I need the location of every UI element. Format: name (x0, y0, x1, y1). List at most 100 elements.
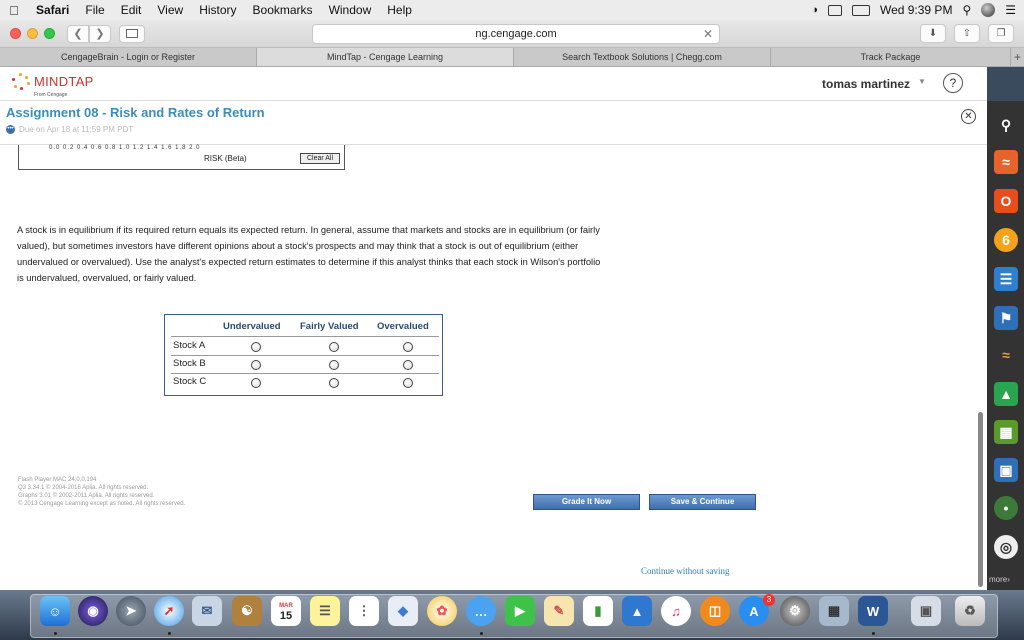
launchpad-icon[interactable]: ➤ (116, 596, 146, 626)
zoom-window-button[interactable] (44, 28, 55, 39)
radio-stock-b-fairly-valued[interactable] (329, 360, 339, 370)
continue-without-saving-link[interactable]: Continue without saving (641, 566, 730, 576)
tabs-overview-icon[interactable]: ❐ (988, 24, 1014, 43)
mindtap-logo[interactable]: MINDTAP From Cengage (12, 73, 94, 98)
ibooks-icon[interactable]: ◫ (700, 596, 730, 626)
word-icon[interactable]: W (858, 596, 888, 626)
close-icon[interactable]: ✕ (961, 109, 976, 124)
downloads-icon[interactable]: ⬇ (920, 24, 946, 43)
menu-history[interactable]: History (191, 3, 244, 17)
numbers-icon[interactable]: ▮ (583, 596, 613, 626)
save-continue-button[interactable]: Save & Continue (649, 494, 756, 510)
menu-file[interactable]: File (77, 3, 112, 17)
tab-track-package[interactable]: Track Package (771, 48, 1011, 66)
radio-stock-a-undervalued[interactable] (251, 342, 261, 352)
help-icon[interactable]: ? (943, 73, 963, 93)
column-header-overvalued: Overvalued (377, 321, 429, 332)
radio-stock-a-overvalued[interactable] (403, 342, 413, 352)
read-aloud-icon[interactable]: ≈ (994, 343, 1018, 367)
chevron-down-icon[interactable]: ▼ (918, 77, 926, 86)
reminders-icon[interactable]: ⋮ (349, 596, 379, 626)
close-window-button[interactable] (10, 28, 21, 39)
clear-all-button[interactable]: Clear All (300, 153, 340, 164)
radio-stock-b-overvalued[interactable] (403, 360, 413, 370)
tab-chegg[interactable]: Search Textbook Solutions | Chegg.com (514, 48, 771, 66)
finder-icon[interactable]: ☺ (40, 596, 70, 626)
search-icon[interactable]: ⚲ (994, 113, 1018, 137)
bookmark-icon[interactable]: ⚑ (994, 306, 1018, 330)
spotlight-icon[interactable]: ⚲ (962, 3, 971, 17)
mail-icon[interactable]: ✉ (192, 596, 222, 626)
status-icon: ••• (6, 125, 15, 134)
more-link[interactable]: more› (989, 575, 1010, 584)
menu-help[interactable]: Help (379, 3, 420, 17)
address-bar[interactable]: ng.cengage.com ✕ (312, 24, 720, 44)
notification-center-icon[interactable]: ☰ (1005, 3, 1016, 17)
system-preferences-icon[interactable]: ⚙ (780, 596, 810, 626)
downloads-stack-icon[interactable]: ▣ (911, 596, 941, 626)
notes-app-icon[interactable]: ☰ (310, 596, 340, 626)
running-indicator (168, 632, 171, 635)
safari-icon[interactable]: ➚ (154, 596, 184, 626)
clock[interactable]: Wed 9:39 PM (880, 3, 952, 17)
battery-icon[interactable] (851, 4, 870, 16)
google-drive-icon[interactable]: ▲ (994, 382, 1018, 406)
radio-stock-c-undervalued[interactable] (251, 378, 261, 388)
scrollbar[interactable] (978, 412, 983, 587)
radio-stock-c-fairly-valued[interactable] (329, 378, 339, 388)
table-divider (171, 355, 439, 356)
footer-line: Graphs 3.01 © 2002-2011 Aplia. All right… (18, 493, 155, 499)
stop-loading-icon[interactable]: ✕ (703, 27, 713, 41)
radio-stock-c-overvalued[interactable] (403, 378, 413, 388)
six-icon[interactable]: 6 (994, 228, 1018, 252)
help-ring-icon[interactable]: ◎ (994, 535, 1018, 559)
app-store-badge: 3 (763, 594, 775, 606)
footer-line: © 2013 Cengage Learning except as noted.… (18, 501, 186, 507)
page-title: Assignment 08 - Risk and Rates of Return (6, 105, 265, 120)
radio-stock-b-undervalued[interactable] (251, 360, 261, 370)
notes-icon[interactable]: ☰ (994, 267, 1018, 291)
user-name[interactable]: tomas martinez (822, 77, 910, 91)
forward-icon[interactable]: ❯ (89, 24, 111, 43)
graph-panel[interactable]: 0.0 0.2 0.4 0.6 0.8 1.0 1.2 1.4 1.6 1.8 … (18, 145, 345, 170)
itunes-icon[interactable]: ♫ (661, 596, 691, 626)
cards-icon[interactable]: ▣ (994, 458, 1018, 482)
photos-icon[interactable]: ✿ (427, 596, 457, 626)
window-controls (10, 28, 55, 39)
cart-icon[interactable]: ▦ (994, 420, 1018, 444)
siri-icon[interactable] (981, 3, 996, 17)
wifi-icon[interactable]: ◑ (811, 4, 818, 16)
airplay-icon[interactable] (827, 4, 842, 16)
menu-view[interactable]: View (149, 3, 191, 17)
apple-menu-icon[interactable]:  (0, 3, 28, 18)
office-icon[interactable]: O (994, 189, 1018, 213)
menu-window[interactable]: Window (321, 3, 380, 17)
running-indicator (480, 632, 483, 635)
menu-bookmarks[interactable]: Bookmarks (245, 3, 321, 17)
grade-it-now-button[interactable]: Grade It Now (533, 494, 640, 510)
back-icon[interactable]: ❮ (67, 24, 89, 43)
radio-stock-a-fairly-valued[interactable] (329, 342, 339, 352)
new-tab-icon[interactable]: + (1011, 48, 1024, 66)
rss-icon[interactable]: ≈ (994, 150, 1018, 174)
trash-icon[interactable]: ♻ (955, 596, 985, 626)
share-icon[interactable]: ⇧ (954, 24, 980, 43)
tab-mindtap[interactable]: MindTap - Cengage Learning (257, 48, 514, 66)
graph-axis-label: RISK (Beta) (204, 154, 247, 163)
maps-icon[interactable]: ◆ (388, 596, 418, 626)
preview-icon[interactable]: ▦ (819, 596, 849, 626)
row-label-stock-a: Stock A (173, 340, 206, 351)
menu-app-name[interactable]: Safari (28, 3, 77, 17)
pages-icon[interactable]: ✎ (544, 596, 574, 626)
tab-cengagebrain[interactable]: CengageBrain - Login or Register (0, 48, 257, 66)
facetime-icon[interactable]: ▶ (505, 596, 535, 626)
calendar-icon[interactable]: MAR 15 (271, 596, 301, 626)
contacts-icon[interactable]: ☯ (232, 596, 262, 626)
merriam-webster-icon[interactable]: • (994, 496, 1018, 520)
minimize-window-button[interactable] (27, 28, 38, 39)
sidebar-toggle-icon[interactable] (119, 24, 145, 43)
keynote-icon[interactable]: ▲ (622, 596, 652, 626)
messages-icon[interactable]: … (466, 596, 496, 626)
siri-icon[interactable]: ◉ (78, 596, 108, 626)
menu-edit[interactable]: Edit (113, 3, 150, 17)
